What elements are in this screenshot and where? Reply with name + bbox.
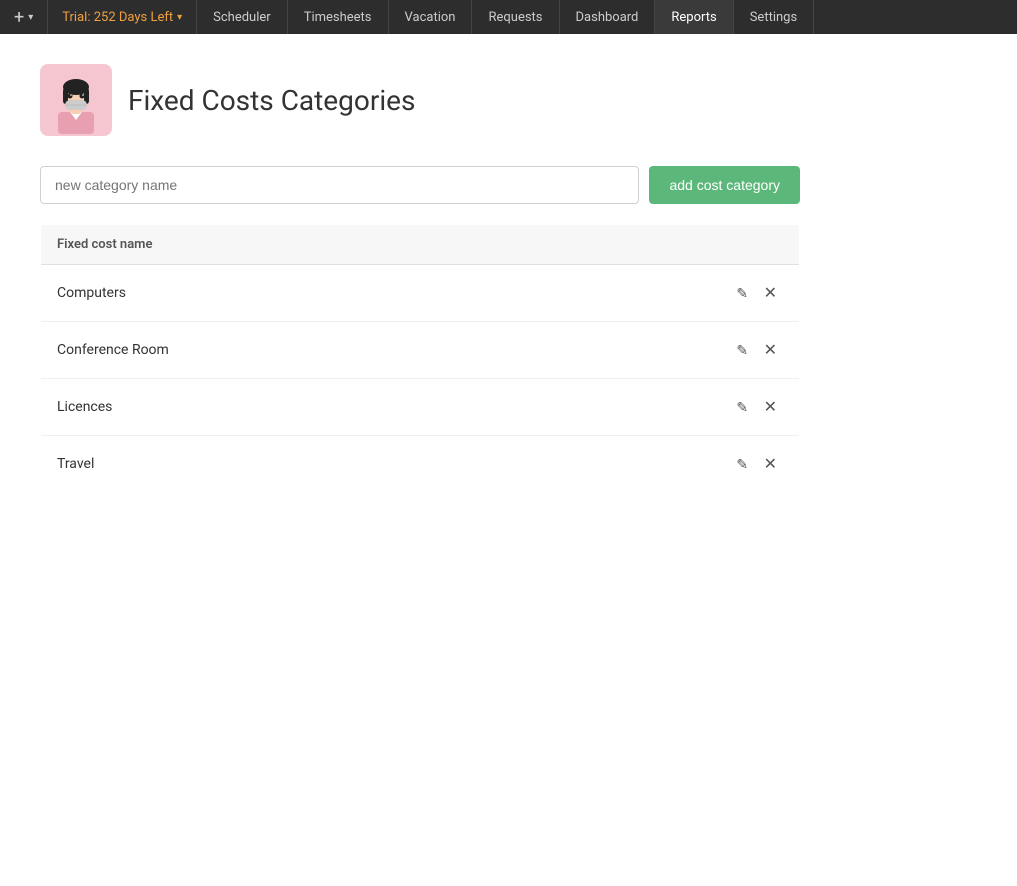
delete-button[interactable]: ✕: [758, 279, 783, 307]
cost-name-cell: Conference Room: [41, 322, 710, 379]
add-cost-category-button[interactable]: add cost category: [649, 166, 800, 204]
add-menu-button[interactable]: + ▾: [0, 0, 48, 34]
cost-name-cell: Computers: [41, 265, 710, 322]
cost-name-cell: Travel: [41, 436, 710, 493]
chevron-down-icon: ▾: [28, 12, 33, 23]
table-row: Computers ✎ ✕: [41, 265, 800, 322]
edit-button[interactable]: ✎: [730, 395, 754, 420]
actions-cell: ✎ ✕: [710, 379, 800, 436]
column-header-actions: [710, 225, 800, 265]
nav-settings[interactable]: Settings: [734, 0, 814, 34]
delete-button[interactable]: ✕: [758, 450, 783, 478]
edit-button[interactable]: ✎: [730, 452, 754, 477]
nav-requests[interactable]: Requests: [472, 0, 559, 34]
actions-cell: ✎ ✕: [710, 322, 800, 379]
fixed-cost-table: Fixed cost name Computers ✎ ✕ Conference…: [40, 224, 800, 493]
nav-vacation[interactable]: Vacation: [389, 0, 473, 34]
nav-scheduler[interactable]: Scheduler: [197, 0, 288, 34]
top-nav: + ▾ Trial: 252 Days Left ▾ Scheduler Tim…: [0, 0, 1017, 34]
table-row: Licences ✎ ✕: [41, 379, 800, 436]
cost-name-cell: Licences: [41, 379, 710, 436]
nav-reports[interactable]: Reports: [655, 0, 733, 34]
page-header: Fixed Costs Categories: [40, 64, 977, 136]
chevron-down-icon: ▾: [177, 12, 182, 23]
edit-button[interactable]: ✎: [730, 338, 754, 363]
trial-info[interactable]: Trial: 252 Days Left ▾: [48, 0, 197, 34]
delete-button[interactable]: ✕: [758, 393, 783, 421]
nav-timesheets[interactable]: Timesheets: [288, 0, 389, 34]
edit-button[interactable]: ✎: [730, 281, 754, 306]
table-row: Conference Room ✎ ✕: [41, 322, 800, 379]
delete-button[interactable]: ✕: [758, 336, 783, 364]
actions-cell: ✎ ✕: [710, 436, 800, 493]
new-category-input[interactable]: [40, 166, 639, 204]
page-title: Fixed Costs Categories: [128, 84, 415, 117]
avatar: [40, 64, 112, 136]
add-category-form: add cost category: [40, 166, 800, 204]
column-header-name: Fixed cost name: [41, 225, 710, 265]
page-content: Fixed Costs Categories add cost category…: [0, 34, 1017, 523]
table-row: Travel ✎ ✕: [41, 436, 800, 493]
actions-cell: ✎ ✕: [710, 265, 800, 322]
nav-dashboard[interactable]: Dashboard: [560, 0, 656, 34]
plus-icon: +: [14, 7, 24, 28]
